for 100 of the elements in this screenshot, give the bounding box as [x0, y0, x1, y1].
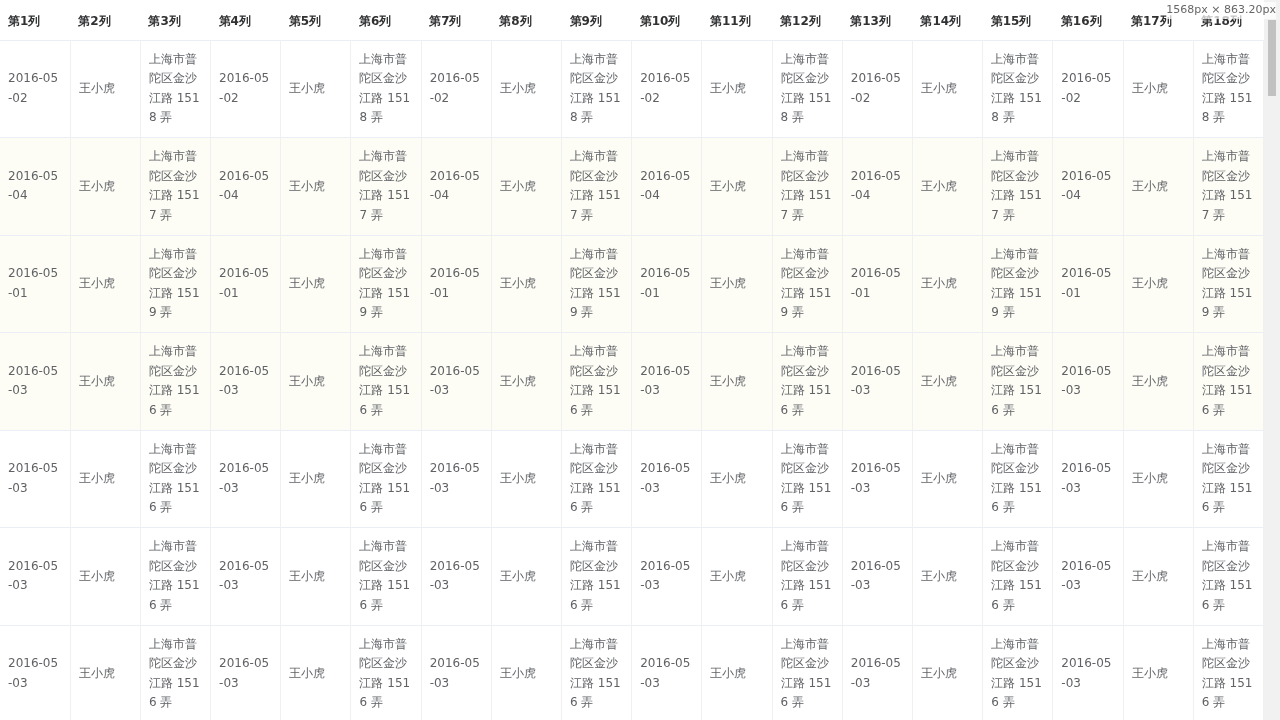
table-cell-text: 上海市普陀区金沙江路 1516 弄 — [148, 538, 201, 614]
table-cell-text: 上海市普陀区金沙江路 1516 弄 — [1201, 635, 1254, 712]
table-cell-text: 2016-05-03 — [640, 460, 692, 497]
table-cell-text: 王小虎 — [78, 372, 116, 390]
table-cell-text: 王小虎 — [710, 567, 748, 585]
table-cell-text: 王小虎 — [710, 177, 748, 195]
table-cell-text: 2016-05-02 — [219, 70, 271, 107]
column-header: 第7列 — [429, 13, 462, 28]
column-header: 第15列 — [990, 13, 1032, 28]
table-cell-text: 2016-05-03 — [1061, 557, 1113, 595]
table-cell-text: 2016-05-01 — [219, 265, 271, 302]
table-cell-text: 上海市普陀区金沙江路 1516 弄 — [991, 343, 1043, 419]
table-cell-text: 王小虎 — [920, 372, 958, 390]
table-cell-text: 上海市普陀区金沙江路 1518 弄 — [359, 50, 412, 127]
table-cell-text: 2016-05-04 — [850, 167, 902, 205]
column-header: 第6列 — [358, 13, 392, 28]
table-cell-text: 王小虎 — [920, 80, 958, 97]
table-cell-text: 上海市普陀区金沙江路 1516 弄 — [359, 343, 412, 419]
table-cell-text: 上海市普陀区金沙江路 1518 弄 — [570, 50, 622, 127]
table-cell-text: 王小虎 — [1131, 177, 1169, 195]
table-cell-text: 2016-05-03 — [8, 362, 60, 400]
table-cell-text: 2016-05-03 — [219, 557, 271, 595]
table-cell-text: 2016-05-02 — [429, 70, 481, 107]
table-cell-text: 王小虎 — [289, 177, 327, 195]
table-cell-text: 上海市普陀区金沙江路 1516 弄 — [780, 440, 833, 517]
table-cell-text: 王小虎 — [78, 567, 116, 585]
table-cell-text: 上海市普陀区金沙江路 1516 弄 — [1201, 343, 1254, 419]
table-cell-text: 上海市普陀区金沙江路 1517 弄 — [359, 148, 412, 224]
table-cell-text: 上海市普陀区金沙江路 1516 弄 — [991, 635, 1043, 712]
table-cell-text: 上海市普陀区金沙江路 1518 弄 — [1201, 50, 1254, 127]
table-cell-text: 2016-05-02 — [640, 70, 692, 107]
table-cell-text: 2016-05-03 — [850, 362, 902, 400]
table-cell-text: 上海市普陀区金沙江路 1516 弄 — [991, 538, 1043, 614]
table-cell-text: 上海市普陀区金沙江路 1516 弄 — [148, 343, 201, 419]
column-header: 第9列 — [569, 13, 602, 28]
table-cell-text: 2016-05-03 — [1061, 460, 1113, 497]
table-cell-text: 王小虎 — [710, 275, 748, 292]
table-cell-text: 王小虎 — [1131, 567, 1169, 585]
table-cell-text: 王小虎 — [1131, 275, 1169, 292]
table-cell-text: 2016-05-03 — [640, 557, 692, 595]
table-cell-text: 王小虎 — [920, 567, 958, 585]
table-cell-text: 上海市普陀区金沙江路 1516 弄 — [148, 440, 201, 517]
table-cell-text: 上海市普陀区金沙江路 1517 弄 — [570, 148, 622, 224]
table-cell-text: 2016-05-04 — [219, 167, 271, 205]
table-cell-text: 上海市普陀区金沙江路 1516 弄 — [991, 440, 1043, 517]
table-cell-text: 2016-05-03 — [219, 655, 271, 692]
table-cell-text: 2016-05-04 — [1061, 167, 1113, 205]
table-cell-text: 2016-05-04 — [640, 167, 692, 205]
table-cell-text: 王小虎 — [78, 177, 116, 195]
column-header: 第14列 — [920, 13, 962, 28]
table-cell-text: 上海市普陀区金沙江路 1516 弄 — [570, 635, 622, 712]
table-cell-text: 王小虎 — [920, 177, 958, 195]
column-header: 第12列 — [780, 13, 821, 28]
table-cell-text: 王小虎 — [710, 665, 748, 682]
table-cell-text: 王小虎 — [920, 275, 958, 292]
table-cell-text: 2016-05-03 — [1061, 655, 1113, 692]
table-cell-text: 上海市普陀区金沙江路 1516 弄 — [570, 538, 622, 614]
table-cell-text: 2016-05-03 — [219, 362, 271, 400]
table-cell-text: 王小虎 — [499, 275, 537, 292]
table-cell-text: 王小虎 — [289, 470, 327, 487]
table-cell-text: 上海市普陀区金沙江路 1518 弄 — [148, 50, 201, 127]
table-cell-text: 王小虎 — [289, 567, 327, 585]
column-header: 第2列 — [78, 13, 111, 28]
table-cell-text: 上海市普陀区金沙江路 1517 弄 — [991, 148, 1043, 224]
table-cell-text: 王小虎 — [710, 80, 748, 97]
table-cell-text: 上海市普陀区金沙江路 1519 弄 — [780, 245, 833, 322]
table-cell-text: 2016-05-03 — [850, 557, 902, 595]
table-cell-text: 上海市普陀区金沙江路 1516 弄 — [359, 538, 412, 614]
table-cell-text: 2016-05-03 — [8, 655, 60, 692]
table-cell-text: 2016-05-02 — [1061, 70, 1113, 107]
table-cell-text: 上海市普陀区金沙江路 1517 弄 — [1201, 148, 1254, 224]
table-cell-text: 上海市普陀区金沙江路 1516 弄 — [570, 343, 622, 419]
table-cell-text: 2016-05-03 — [1061, 362, 1113, 400]
table-cell-text: 上海市普陀区金沙江路 1519 弄 — [359, 245, 412, 322]
table-cell-text: 王小虎 — [710, 470, 748, 487]
table-cell-text: 王小虎 — [1131, 470, 1169, 487]
table-cell-text: 王小虎 — [1131, 80, 1169, 97]
table-cell-text: 王小虎 — [920, 470, 958, 487]
table-cell-text: 上海市普陀区金沙江路 1516 弄 — [780, 635, 833, 712]
table-cell-text: 王小虎 — [499, 665, 537, 682]
table-cell-text: 2016-05-04 — [8, 167, 60, 205]
table-cell-text: 2016-05-03 — [640, 655, 692, 692]
table-cell-text: 2016-05-03 — [429, 460, 481, 497]
table-cell-text: 王小虎 — [289, 372, 327, 390]
table-cell-text: 上海市普陀区金沙江路 1516 弄 — [780, 538, 833, 614]
column-header: 第3列 — [148, 13, 181, 28]
table-cell-text: 2016-05-03 — [219, 460, 271, 497]
column-header: 第10列 — [639, 13, 681, 28]
table-cell-text: 2016-05-03 — [640, 362, 692, 400]
table-cell-text: 王小虎 — [78, 275, 116, 292]
table-cell-text: 2016-05-03 — [429, 655, 481, 692]
table-cell-text: 王小虎 — [289, 275, 327, 292]
table-cell-text: 2016-05-01 — [429, 265, 481, 302]
table-cell-text: 2016-05-02 — [850, 70, 902, 107]
table-cell-text: 王小虎 — [499, 470, 537, 487]
table-cell-text: 王小虎 — [78, 470, 116, 487]
table-cell-text: 上海市普陀区金沙江路 1516 弄 — [359, 635, 412, 712]
table-cell-text: 2016-05-03 — [429, 557, 481, 595]
column-header: 第4列 — [218, 13, 251, 28]
table-cell-text: 王小虎 — [710, 372, 748, 390]
